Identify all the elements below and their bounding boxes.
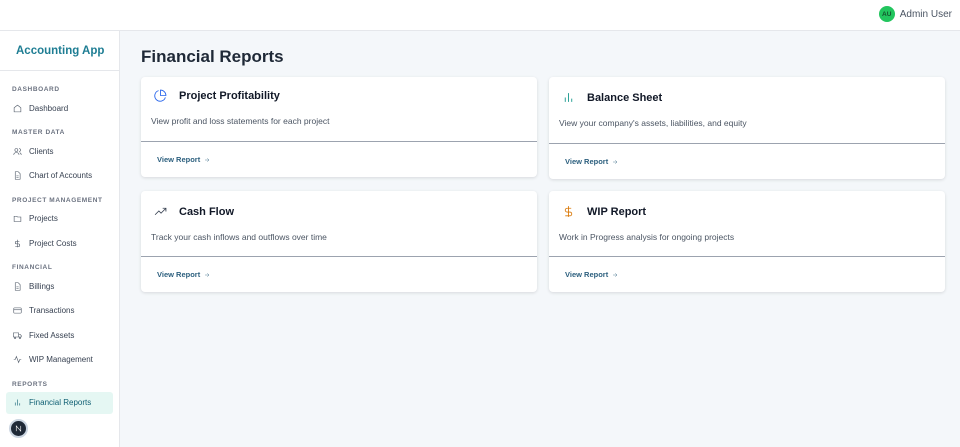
sidebar-item-transactions[interactable]: Transactions bbox=[6, 300, 113, 322]
card-header: Cash Flow bbox=[141, 191, 537, 218]
sidebar-item-label: WIP Management bbox=[29, 355, 93, 364]
sidebar-item-wip-management[interactable]: WIP Management bbox=[6, 349, 113, 371]
dollar-icon bbox=[564, 206, 573, 217]
sidebar-item-dashboard[interactable]: Dashboard bbox=[6, 97, 113, 119]
bar-chart-icon bbox=[564, 93, 573, 102]
sidebar: Accounting App DASHBOARD Dashboard MASTE… bbox=[0, 31, 120, 447]
app-brand[interactable]: Accounting App bbox=[0, 31, 119, 71]
nav-section-master-data: MASTER DATA bbox=[12, 129, 65, 136]
trending-up-icon bbox=[154, 207, 167, 216]
card-title: Balance Sheet bbox=[587, 91, 663, 104]
nav-section-reports: REPORTS bbox=[12, 380, 48, 388]
view-report-link[interactable]: View Report bbox=[141, 141, 537, 177]
card-description: View your company's assets, liabilities,… bbox=[559, 118, 747, 128]
top-bar: AU Admin User bbox=[0, 0, 960, 31]
view-report-link[interactable]: View Report bbox=[549, 143, 945, 179]
arrow-right-icon bbox=[613, 159, 618, 164]
sidebar-item-billings[interactable]: Billings bbox=[6, 275, 113, 297]
view-report-label: View Report bbox=[157, 270, 201, 279]
sidebar-item-label: Clients bbox=[29, 146, 54, 156]
card-title: Cash Flow bbox=[179, 205, 235, 218]
arrow-right-icon bbox=[205, 157, 210, 162]
card-header: WIP Report bbox=[549, 191, 945, 218]
report-card-balance-sheet: Balance Sheet View your company's assets… bbox=[549, 77, 945, 179]
nav-section-financial: FINANCIAL bbox=[12, 264, 53, 271]
view-report-link[interactable]: View Report bbox=[141, 256, 537, 292]
sidebar-item-label: Billings bbox=[29, 281, 55, 291]
sidebar-item-label: Project Costs bbox=[29, 238, 77, 248]
credit-card-icon bbox=[13, 307, 22, 314]
arrow-right-icon bbox=[205, 272, 210, 277]
arrow-right-icon bbox=[613, 272, 618, 277]
sidebar-item-label: Transactions bbox=[29, 306, 75, 315]
floating-action-button[interactable] bbox=[9, 419, 28, 438]
sidebar-item-label: Projects bbox=[29, 214, 58, 223]
truck-icon bbox=[13, 332, 22, 339]
user-menu[interactable]: AU Admin User bbox=[878, 6, 952, 22]
bar-chart-icon bbox=[14, 399, 21, 406]
nav-section-dashboard: DASHBOARD bbox=[12, 86, 60, 93]
view-report-label: View Report bbox=[565, 157, 609, 166]
card-title: WIP Report bbox=[587, 205, 647, 218]
card-title: Project Profitability bbox=[179, 89, 280, 102]
sidebar-item-label: Chart of Accounts bbox=[29, 171, 93, 180]
card-header: Project Profitability bbox=[141, 77, 537, 102]
sidebar-item-projects[interactable]: Projects bbox=[6, 208, 113, 230]
card-header: Balance Sheet bbox=[549, 77, 945, 104]
avatar[interactable]: AU bbox=[878, 6, 895, 22]
file-icon bbox=[14, 171, 21, 180]
report-card-project-profitability: Project Profitability View profit and lo… bbox=[141, 77, 537, 177]
sidebar-item-project-costs[interactable]: Project Costs bbox=[6, 232, 113, 254]
page-title: Financial Reports bbox=[141, 47, 284, 66]
pie-chart-icon bbox=[154, 89, 167, 102]
home-icon bbox=[13, 104, 22, 112]
view-report-label: View Report bbox=[157, 155, 201, 164]
users-icon bbox=[13, 147, 22, 155]
sidebar-item-fixed-assets[interactable]: Fixed Assets bbox=[6, 324, 113, 346]
user-name[interactable]: Admin User bbox=[900, 9, 952, 20]
view-report-link[interactable]: View Report bbox=[549, 256, 945, 292]
sidebar-item-label: Dashboard bbox=[29, 103, 69, 113]
sidebar-item-label: Fixed Assets bbox=[29, 330, 75, 340]
nav-section-project-management: PROJECT MANAGEMENT bbox=[12, 196, 103, 204]
report-card-cash-flow: Cash Flow Track your cash inflows and ou… bbox=[141, 191, 537, 292]
activity-icon bbox=[13, 355, 22, 364]
card-description: Track your cash inflows and outflows ove… bbox=[151, 232, 327, 242]
view-report-label: View Report bbox=[565, 270, 609, 279]
sidebar-item-financial-reports[interactable]: Financial Reports bbox=[6, 391, 113, 414]
file-icon bbox=[14, 281, 21, 291]
card-description: View profit and loss statements for each… bbox=[151, 116, 330, 126]
sidebar-item-clients[interactable]: Clients bbox=[6, 140, 113, 162]
sidebar-item-label: Financial Reports bbox=[29, 398, 92, 407]
report-card-wip-report: WIP Report Work in Progress analysis for… bbox=[549, 191, 945, 292]
card-description: Work in Progress analysis for ongoing pr… bbox=[559, 232, 735, 242]
n-logo-icon bbox=[15, 425, 22, 432]
folder-icon bbox=[13, 215, 22, 222]
dollar-icon bbox=[15, 239, 20, 247]
sidebar-item-chart-of-accounts[interactable]: Chart of Accounts bbox=[6, 165, 113, 187]
